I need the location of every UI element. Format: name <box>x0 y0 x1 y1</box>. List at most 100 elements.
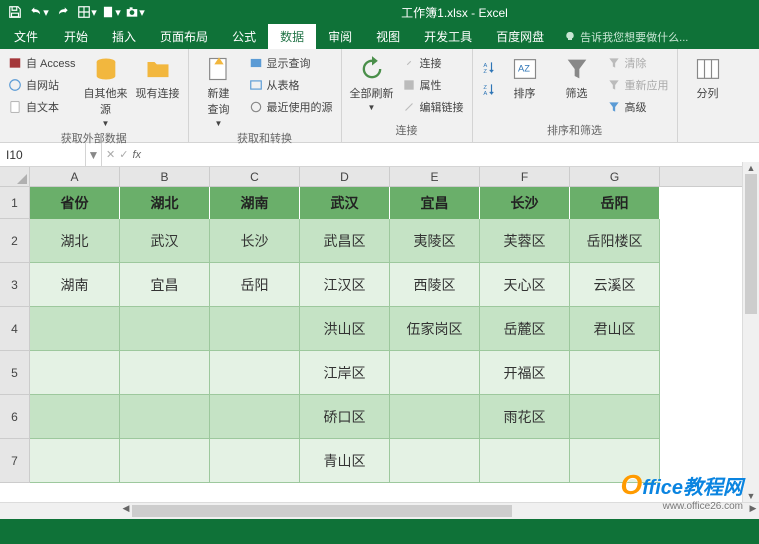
tab-insert[interactable]: 插入 <box>100 24 148 49</box>
sort-asc-button[interactable]: AZ <box>479 57 497 77</box>
cell[interactable]: 武汉 <box>300 187 390 219</box>
cell[interactable]: 岳阳楼区 <box>570 219 660 263</box>
scroll-left-arrow[interactable]: ◀ <box>120 503 132 514</box>
show-queries-button[interactable]: 显示查询 <box>247 53 335 73</box>
name-box[interactable]: I10 <box>0 143 86 166</box>
from-other-button[interactable]: 自其他来源▼ <box>82 51 130 128</box>
cell[interactable]: 湖南 <box>210 187 300 219</box>
recent-sources-button[interactable]: 最近使用的源 <box>247 97 335 117</box>
scroll-down-arrow[interactable]: ▼ <box>743 490 759 502</box>
cell[interactable]: 雨花区 <box>480 395 570 439</box>
cell[interactable] <box>210 439 300 483</box>
cell[interactable] <box>390 439 480 483</box>
cell[interactable]: 洪山区 <box>300 307 390 351</box>
cell[interactable]: 云溪区 <box>570 263 660 307</box>
cell[interactable]: 宜昌 <box>120 263 210 307</box>
cell[interactable] <box>120 351 210 395</box>
tab-baidu[interactable]: 百度网盘 <box>484 24 556 49</box>
cell[interactable]: 湖南 <box>30 263 120 307</box>
row-header[interactable]: 2 <box>0 219 30 263</box>
row-header[interactable]: 5 <box>0 351 30 395</box>
qat-doc-icon[interactable]: ▾ <box>100 1 122 23</box>
tab-home[interactable]: 开始 <box>52 24 100 49</box>
advanced-filter-button[interactable]: 高级 <box>605 97 671 117</box>
cell[interactable] <box>30 439 120 483</box>
cell[interactable]: 硚口区 <box>300 395 390 439</box>
cell[interactable] <box>30 395 120 439</box>
cell[interactable]: 岳麓区 <box>480 307 570 351</box>
fx-button[interactable]: fx <box>132 149 141 161</box>
tab-file[interactable]: 文件 <box>0 24 52 49</box>
qat-camera-icon[interactable]: ▾ <box>124 1 146 23</box>
cell[interactable]: 君山区 <box>570 307 660 351</box>
cell[interactable] <box>570 351 660 395</box>
cell[interactable]: 长沙 <box>480 187 570 219</box>
tab-developer[interactable]: 开发工具 <box>412 24 484 49</box>
sort-desc-button[interactable]: ZA <box>479 79 497 99</box>
cell[interactable]: 岳阳 <box>570 187 660 219</box>
tab-view[interactable]: 视图 <box>364 24 412 49</box>
name-box-dropdown[interactable]: ▼ <box>86 143 102 166</box>
tab-formulas[interactable]: 公式 <box>220 24 268 49</box>
col-header[interactable]: D <box>300 167 390 186</box>
row-header[interactable]: 4 <box>0 307 30 351</box>
undo-button[interactable]: ▾ <box>28 1 50 23</box>
qat-grid-icon[interactable]: ▾ <box>76 1 98 23</box>
redo-button[interactable] <box>52 1 74 23</box>
cell[interactable]: 省份 <box>30 187 120 219</box>
scroll-thumb[interactable] <box>132 505 512 517</box>
col-header[interactable]: A <box>30 167 120 186</box>
cell[interactable] <box>30 307 120 351</box>
cell[interactable] <box>570 395 660 439</box>
row-header[interactable]: 7 <box>0 439 30 483</box>
existing-conn-button[interactable]: 现有连接 <box>134 51 182 101</box>
col-header[interactable]: B <box>120 167 210 186</box>
cell[interactable] <box>390 351 480 395</box>
cell[interactable]: 天心区 <box>480 263 570 307</box>
tab-layout[interactable]: 页面布局 <box>148 24 220 49</box>
cell[interactable] <box>30 351 120 395</box>
from-table-button[interactable]: 从表格 <box>247 75 335 95</box>
col-header[interactable]: F <box>480 167 570 186</box>
cell[interactable]: 西陵区 <box>390 263 480 307</box>
select-all-corner[interactable] <box>0 167 30 187</box>
from-web-button[interactable]: 自网站 <box>6 75 78 95</box>
vertical-scrollbar[interactable]: ▲ ▼ <box>742 162 759 502</box>
tell-me-search[interactable]: 告诉我您想要做什么... <box>556 25 759 49</box>
cell[interactable]: 武汉 <box>120 219 210 263</box>
cell[interactable]: 江汉区 <box>300 263 390 307</box>
cell[interactable] <box>120 439 210 483</box>
cell[interactable]: 宜昌 <box>390 187 480 219</box>
cell[interactable]: 岳阳 <box>210 263 300 307</box>
col-header[interactable]: C <box>210 167 300 186</box>
cell[interactable]: 青山区 <box>300 439 390 483</box>
save-button[interactable] <box>4 1 26 23</box>
cell[interactable]: 湖北 <box>30 219 120 263</box>
refresh-all-button[interactable]: 全部刷新▼ <box>348 51 396 112</box>
tab-review[interactable]: 审阅 <box>316 24 364 49</box>
row-header[interactable]: 6 <box>0 395 30 439</box>
filter-button[interactable]: 筛选 <box>553 51 601 101</box>
cell[interactable]: 江岸区 <box>300 351 390 395</box>
cell[interactable]: 长沙 <box>210 219 300 263</box>
text-to-columns-button[interactable]: 分列 <box>684 51 732 101</box>
col-header[interactable]: E <box>390 167 480 186</box>
from-text-button[interactable]: 自文本 <box>6 97 78 117</box>
spreadsheet-grid[interactable]: A B C D E F G 1 2 3 4 5 6 7 省份 湖北 湖南 武汉 … <box>0 167 759 503</box>
sort-button[interactable]: AZ排序 <box>501 51 549 101</box>
tab-data[interactable]: 数据 <box>268 24 316 49</box>
new-query-button[interactable]: 新建 查询▼ <box>195 51 243 128</box>
row-header[interactable]: 3 <box>0 263 30 307</box>
cell[interactable]: 夷陵区 <box>390 219 480 263</box>
col-header[interactable]: G <box>570 167 660 186</box>
cell[interactable] <box>210 351 300 395</box>
scroll-thumb[interactable] <box>745 174 757 314</box>
cell[interactable]: 武昌区 <box>300 219 390 263</box>
cell[interactable]: 伍家岗区 <box>390 307 480 351</box>
cell[interactable]: 芙蓉区 <box>480 219 570 263</box>
cell[interactable] <box>210 307 300 351</box>
scroll-right-arrow[interactable]: ▶ <box>747 503 759 514</box>
cell[interactable] <box>390 395 480 439</box>
cell[interactable] <box>120 395 210 439</box>
cell[interactable] <box>210 395 300 439</box>
